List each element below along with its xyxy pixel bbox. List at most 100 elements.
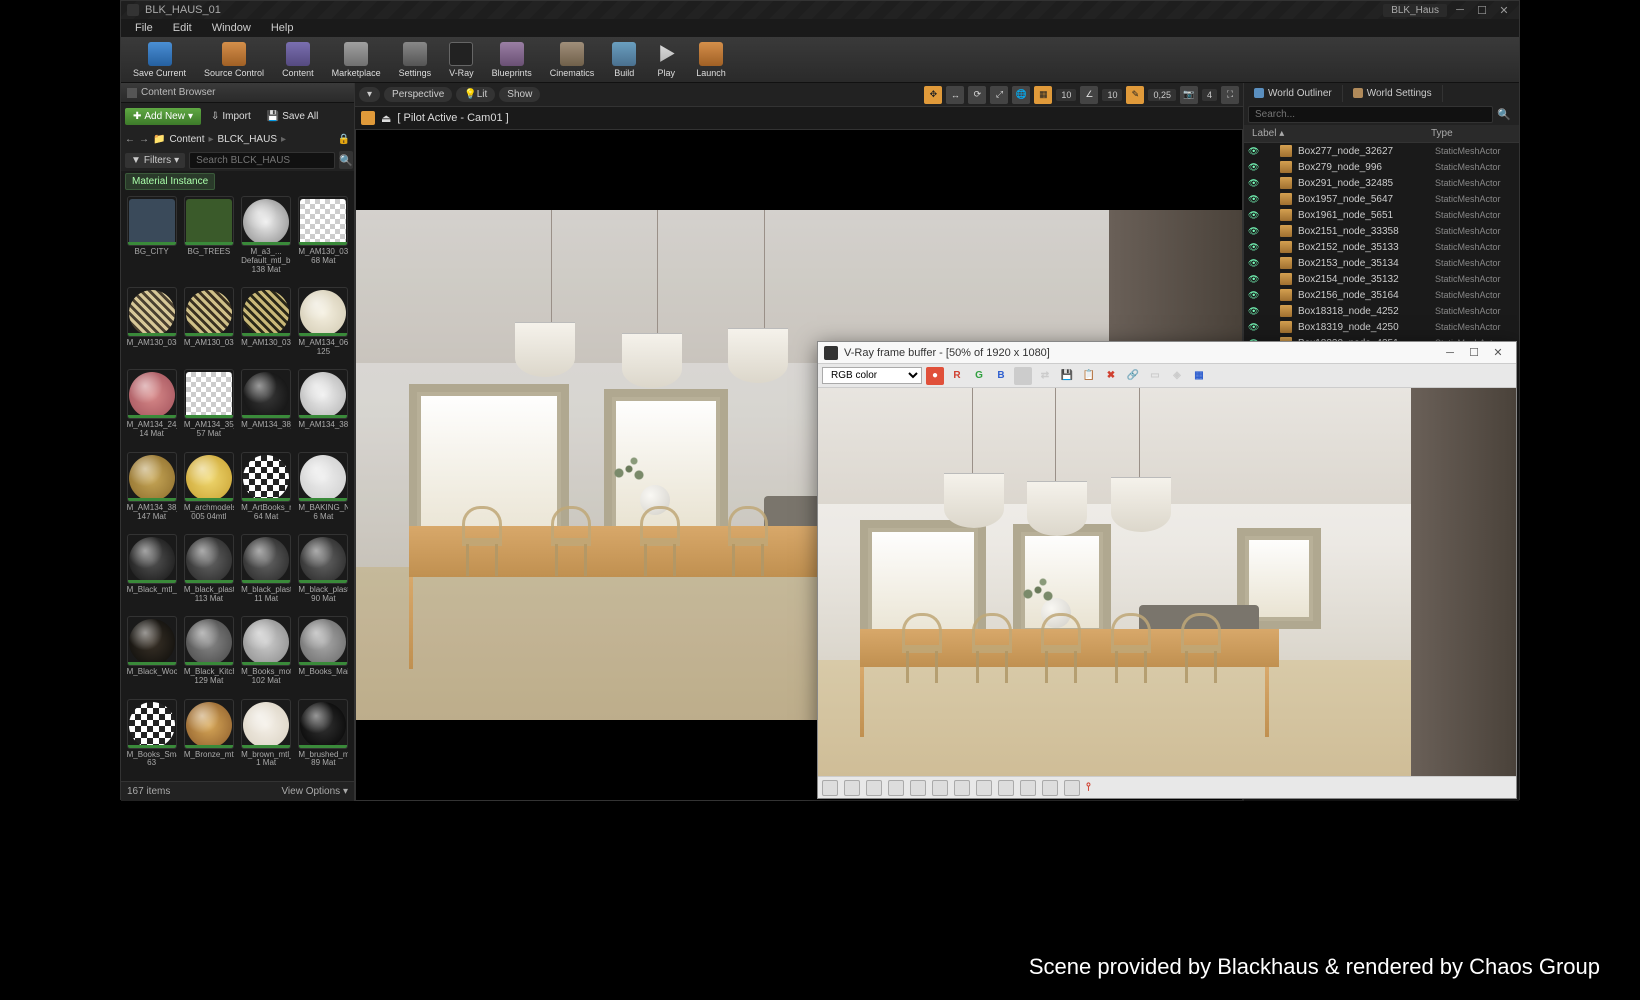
vfb-s12[interactable]	[1064, 780, 1080, 796]
visibility-eye-icon[interactable]: 👁	[1248, 226, 1262, 237]
tab-world-outliner[interactable]: World Outliner	[1244, 85, 1343, 102]
view-options-button[interactable]: View Options ▾	[281, 786, 348, 797]
transform-rotate-icon[interactable]: ⟳	[968, 86, 986, 104]
asset-item[interactable]: M_AM134_38_sticker_mtl_brdf 147 Mat	[125, 452, 178, 530]
vfb-rgb-button[interactable]: ●	[926, 367, 944, 385]
nav-back-button[interactable]: ←	[125, 134, 135, 145]
visibility-eye-icon[interactable]: 👁	[1248, 258, 1262, 269]
outliner-row[interactable]: 👁Box1961_node_5651StaticMeshActor	[1244, 207, 1519, 223]
vfb-s7[interactable]	[954, 780, 970, 796]
transform-select-icon[interactable]: ✥	[924, 86, 942, 104]
outliner-row[interactable]: 👁Box2156_node_35164StaticMeshActor	[1244, 287, 1519, 303]
asset-item[interactable]: M_AM134_38_20_Defaultfos	[240, 369, 293, 447]
tab-world-settings[interactable]: World Settings	[1343, 85, 1443, 102]
asset-item[interactable]: M_Books_mother_mtl_brdf 102 Mat	[240, 616, 293, 694]
asset-item[interactable]: M_Books_Small_Shelf_mtl_brdf 63	[125, 699, 178, 777]
vfb-clipboard-icon[interactable]: 📋	[1080, 367, 1098, 385]
asset-item[interactable]: M_AM134_24_shoe_01_mtl_brdf 14 Mat	[125, 369, 178, 447]
toolbar-settings-button[interactable]: Settings	[391, 38, 440, 82]
add-new-button[interactable]: ✚ Add New ▾	[125, 108, 201, 125]
vfb-region-icon[interactable]: ▭	[1146, 367, 1164, 385]
vray-frame-buffer-window[interactable]: V-Ray frame buffer - [50% of 1920 x 1080…	[817, 341, 1517, 799]
show-button[interactable]: Show	[499, 87, 540, 102]
crumb-content[interactable]: Content	[169, 134, 204, 145]
outliner-row[interactable]: 👁Box279_node_996StaticMeshActor	[1244, 159, 1519, 175]
vfb-grid-icon[interactable]: ▦	[1190, 367, 1208, 385]
asset-item[interactable]: BG_CITY	[125, 196, 178, 283]
scale-snap-value[interactable]: 0,25	[1148, 89, 1176, 101]
maximize-viewport-icon[interactable]: ⛶	[1221, 86, 1239, 104]
camera-speed-value[interactable]: 4	[1202, 89, 1217, 101]
vfb-s4[interactable]	[888, 780, 904, 796]
vfb-render-view[interactable]	[818, 388, 1516, 776]
vfb-histogram-icon[interactable]: ⫯	[1086, 781, 1091, 794]
grid-snap-icon[interactable]: ▦	[1034, 86, 1052, 104]
toolbar-save-button[interactable]: Save Current	[125, 38, 194, 82]
window-close-button[interactable]: ✕	[1495, 3, 1513, 17]
viewport-options-button[interactable]: ▾	[359, 87, 380, 102]
asset-item[interactable]: M_AM134_38_bottle_glass_white_mtl	[297, 369, 350, 447]
visibility-eye-icon[interactable]: 👁	[1248, 210, 1262, 221]
toolbar-sc-button[interactable]: Source Control	[196, 38, 272, 82]
search-icon[interactable]: 🔍	[339, 151, 353, 169]
column-label[interactable]: Label ▴	[1252, 128, 1431, 139]
toolbar-vray-button[interactable]: V-Ray	[441, 38, 482, 82]
filters-button[interactable]: ▼ Filters ▾	[125, 153, 185, 168]
vfb-s3[interactable]	[866, 780, 882, 796]
asset-item[interactable]: M_AM134_35_water_mtl_brdf 57 Mat	[182, 369, 235, 447]
visibility-eye-icon[interactable]: 👁	[1248, 178, 1262, 189]
outliner-row[interactable]: 👁Box18319_node_4250StaticMeshActor	[1244, 319, 1519, 335]
toolbar-play-button[interactable]: Play	[646, 38, 686, 82]
transform-move-icon[interactable]: ↔	[946, 86, 964, 104]
vfb-close-button[interactable]: ✕	[1486, 346, 1510, 359]
toolbar-market-button[interactable]: Marketplace	[324, 38, 389, 82]
vfb-s10[interactable]	[1020, 780, 1036, 796]
vfb-switch-icon[interactable]: ⇄	[1036, 367, 1054, 385]
scale-snap-icon[interactable]: ✎	[1126, 86, 1144, 104]
camera-speed-icon[interactable]: 📷	[1180, 86, 1198, 104]
visibility-eye-icon[interactable]: 👁	[1248, 242, 1262, 253]
angle-snap-icon[interactable]: ∠	[1080, 86, 1098, 104]
vfb-clear-icon[interactable]: ✖	[1102, 367, 1120, 385]
lock-icon[interactable]: 🔒	[338, 134, 350, 145]
asset-item[interactable]: M_black_plastic_mtl_brdf 90 Mat	[297, 534, 350, 612]
nav-fwd-button[interactable]: →	[139, 134, 149, 145]
lit-button[interactable]: 💡Lit	[456, 87, 495, 102]
visibility-eye-icon[interactable]: 👁	[1248, 146, 1262, 157]
toolbar-launch-button[interactable]: Launch	[688, 38, 734, 82]
toolbar-bp-button[interactable]: Blueprints	[484, 38, 540, 82]
menu-file[interactable]: File	[125, 20, 163, 36]
vfb-s2[interactable]	[844, 780, 860, 796]
filter-tag[interactable]: Material Instance	[125, 173, 215, 190]
asset-item[interactable]: M_AM130_035_007_mtl_	[240, 287, 293, 365]
vfb-b-button[interactable]: B	[992, 367, 1010, 385]
asset-item[interactable]: BG_TREES	[182, 196, 235, 283]
perspective-button[interactable]: Perspective	[384, 87, 452, 102]
eject-icon[interactable]: ⏏	[381, 112, 391, 125]
visibility-eye-icon[interactable]: 👁	[1248, 322, 1262, 333]
window-maximize-button[interactable]: ☐	[1473, 3, 1491, 17]
vfb-s6[interactable]	[932, 780, 948, 796]
vfb-track-icon[interactable]: ◈	[1168, 367, 1186, 385]
vfb-s8[interactable]	[976, 780, 992, 796]
search-input[interactable]	[189, 152, 335, 169]
vfb-g-button[interactable]: G	[970, 367, 988, 385]
visibility-eye-icon[interactable]: 👁	[1248, 274, 1262, 285]
visibility-eye-icon[interactable]: 👁	[1248, 194, 1262, 205]
asset-item[interactable]: M_BAKING_Normals_mtl_brdf 6 Mat	[297, 452, 350, 530]
search-icon[interactable]: 🔍	[1493, 108, 1515, 121]
column-type[interactable]: Type	[1431, 128, 1511, 139]
asset-item[interactable]: M_archmodels52 005 04mtl	[182, 452, 235, 530]
content-browser-tab[interactable]: Content Browser	[121, 83, 354, 103]
import-button[interactable]: ⇩ Import	[205, 108, 257, 125]
vfb-channel-select[interactable]: RGB color	[822, 367, 922, 384]
visibility-eye-icon[interactable]: 👁	[1248, 162, 1262, 173]
asset-item[interactable]: M_Black_mtl_brdf_45_Mat	[125, 534, 178, 612]
window-minimize-button[interactable]: ─	[1451, 3, 1469, 17]
vfb-minimize-button[interactable]: ─	[1438, 347, 1462, 359]
vfb-save-icon[interactable]: 💾	[1058, 367, 1076, 385]
vfb-mono-button[interactable]: ○	[1014, 367, 1032, 385]
coord-space-icon[interactable]: 🌐	[1012, 86, 1030, 104]
outliner-row[interactable]: 👁Box2154_node_35132StaticMeshActor	[1244, 271, 1519, 287]
outliner-row[interactable]: 👁Box18318_node_4252StaticMeshActor	[1244, 303, 1519, 319]
